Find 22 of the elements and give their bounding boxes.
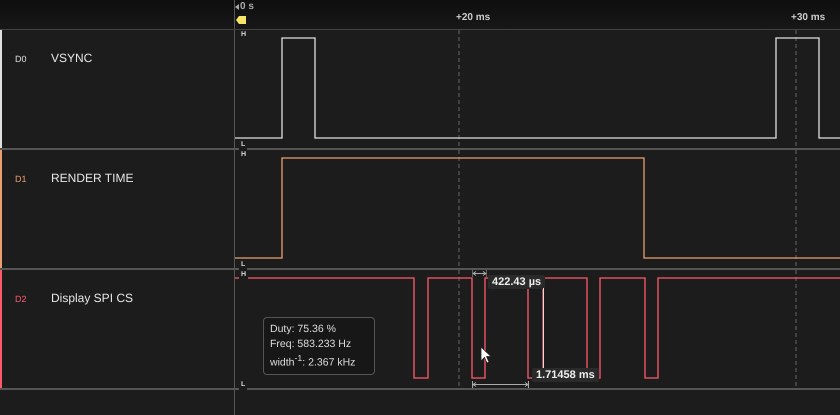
channel-label-panel[interactable]: D0 VSYNC <box>0 30 235 148</box>
channel-id: D2 <box>15 293 28 304</box>
period-label: 1.71458 ms <box>532 368 599 382</box>
channel-name: Display SPI CS <box>51 291 134 305</box>
time-tick-label: +20 ms <box>456 12 490 23</box>
period-arrow-icon <box>472 381 529 388</box>
origin-pointer-icon <box>235 4 239 10</box>
pulse-width-label: 422.43 µs <box>488 275 546 289</box>
tooltip-line: Freq: 583.233 Hz <box>270 338 352 350</box>
width-arrow-icon <box>472 270 487 277</box>
marker-flag-icon[interactable] <box>236 16 246 24</box>
channel-name: RENDER TIME <box>51 171 134 185</box>
channel-id: D1 <box>15 173 28 184</box>
channel-id: D0 <box>15 53 28 64</box>
tooltip-line: width$^{-1}$: 2.367 kHz <box>270 353 356 368</box>
channel-label-panel[interactable]: D2 Display SPI CS <box>0 270 235 388</box>
tooltip-line: Duty: 75.36 % <box>270 323 337 335</box>
time-origin-label: 0 s <box>240 1 254 12</box>
channel-label-panel[interactable]: D1 RENDER TIME <box>0 150 235 268</box>
time-tick-label: +30 ms <box>791 12 826 23</box>
mouse-cursor-icon <box>480 346 492 364</box>
channel-name: VSYNC <box>51 51 92 65</box>
